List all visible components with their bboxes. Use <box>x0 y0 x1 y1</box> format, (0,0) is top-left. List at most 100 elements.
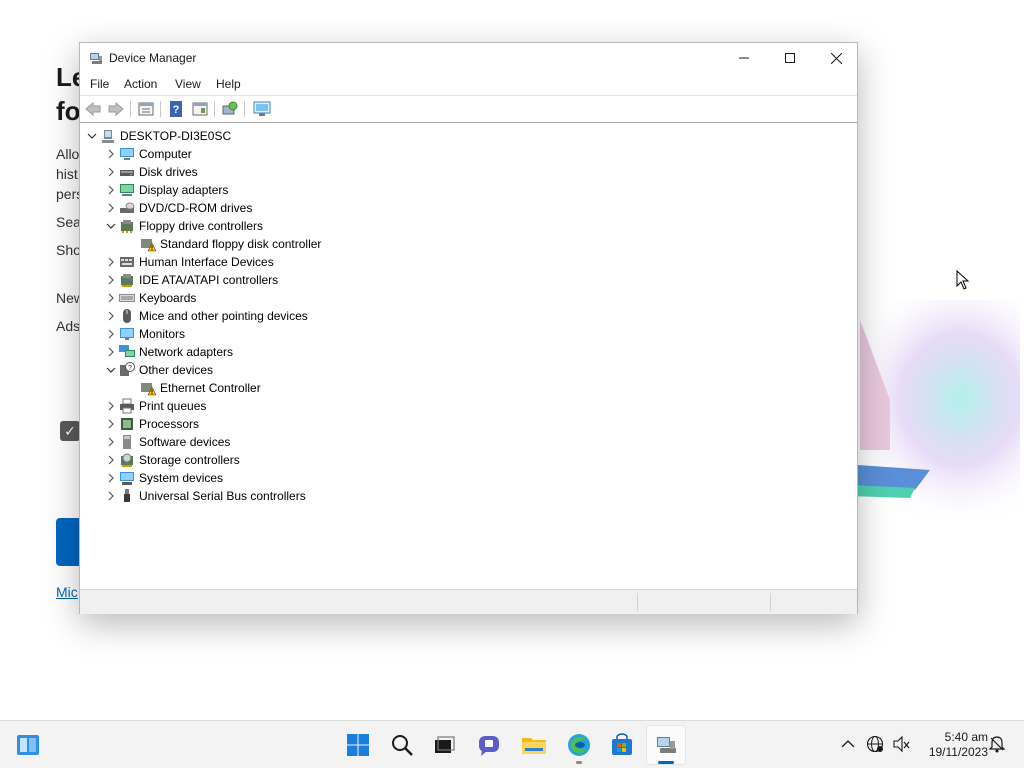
minimize-button[interactable] <box>721 43 767 73</box>
printer-icon <box>119 398 135 414</box>
chevron-right-icon[interactable] <box>103 415 119 433</box>
chevron-right-icon[interactable] <box>103 199 119 217</box>
device-tree[interactable]: DESKTOP-DI3E0SC Computer Disk drives Dis… <box>82 126 855 588</box>
forward-button[interactable] <box>106 100 126 118</box>
search-button[interactable] <box>382 725 422 765</box>
device-manager-taskbar-button[interactable] <box>646 725 686 765</box>
back-button[interactable] <box>83 100 103 118</box>
computer-icon <box>119 146 135 162</box>
chevron-right-icon[interactable] <box>103 181 119 199</box>
chevron-right-icon[interactable] <box>103 487 119 505</box>
properties-button[interactable] <box>136 100 156 118</box>
chevron-right-icon[interactable] <box>103 253 119 271</box>
chevron-right-icon[interactable] <box>103 325 119 343</box>
tree-item-computer[interactable]: Computer <box>103 145 192 163</box>
close-button[interactable] <box>813 43 859 73</box>
window-title: Device Manager <box>109 51 197 65</box>
tree-item-label: Mice and other pointing devices <box>139 309 308 323</box>
tree-item-network-adapters[interactable]: Network adapters <box>103 343 233 361</box>
tree-item-hid[interactable]: Human Interface Devices <box>103 253 274 271</box>
status-bar <box>80 589 857 614</box>
title-bar[interactable]: Device Manager <box>80 43 857 75</box>
tree-item-standard-floppy[interactable]: Standard floppy disk controller <box>140 235 321 253</box>
update-driver-button[interactable] <box>252 100 272 118</box>
chevron-right-icon[interactable] <box>103 397 119 415</box>
chevron-right-icon[interactable] <box>103 271 119 289</box>
toolbar-separator <box>160 101 161 117</box>
toolbar-separator <box>130 101 131 117</box>
scan-hardware-button[interactable] <box>220 100 240 118</box>
tree-item-label: Disk drives <box>139 165 198 179</box>
tree-item-label: Universal Serial Bus controllers <box>139 489 306 503</box>
tree-item-display-adapters[interactable]: Display adapters <box>103 181 228 199</box>
widgets-button[interactable] <box>8 725 48 765</box>
device-manager-icon <box>657 737 676 753</box>
edge-button[interactable] <box>559 725 599 765</box>
chevron-right-icon[interactable] <box>103 307 119 325</box>
chevron-right-icon[interactable] <box>103 163 119 181</box>
tree-item-label: IDE ATA/ATAPI controllers <box>139 273 279 287</box>
tree-item-dvd-drives[interactable]: DVD/CD-ROM drives <box>103 199 252 217</box>
background-text-line: hist <box>56 166 78 182</box>
chevron-down-icon[interactable] <box>84 127 100 145</box>
chevron-right-icon[interactable] <box>103 469 119 487</box>
chevron-down-icon[interactable] <box>103 361 119 379</box>
notifications-button[interactable] <box>986 733 1008 755</box>
chevron-right-icon[interactable] <box>103 451 119 469</box>
tree-item-other-devices[interactable]: ? Other devices <box>103 361 213 379</box>
globe-icon <box>866 735 884 753</box>
chevron-right-icon[interactable] <box>103 289 119 307</box>
background-text-line: Ads <box>56 318 81 334</box>
chevron-right-icon[interactable] <box>103 433 119 451</box>
store-button[interactable] <box>602 725 642 765</box>
tree-item-system-devices[interactable]: System devices <box>103 469 223 487</box>
mouse-icon <box>119 308 135 324</box>
warning-device-icon <box>140 236 156 252</box>
file-explorer-button[interactable] <box>514 725 554 765</box>
volume-tray-button[interactable] <box>890 733 912 755</box>
file-explorer-icon <box>522 738 546 754</box>
menu-file[interactable]: File <box>90 77 109 91</box>
unknown-device-icon: ? <box>119 362 135 378</box>
show-hidden-icons-button[interactable] <box>837 733 859 755</box>
help-button[interactable]: ? <box>166 100 186 118</box>
menu-help[interactable]: Help <box>216 77 241 91</box>
clock[interactable]: 5:40 am 19/11/2023 <box>918 730 988 760</box>
tree-item-ide-controllers[interactable]: IDE ATA/ATAPI controllers <box>103 271 278 289</box>
tree-item-processors[interactable]: Processors <box>103 415 199 433</box>
tree-item-usb-controllers[interactable]: Universal Serial Bus controllers <box>103 487 306 505</box>
tree-item-label: Standard floppy disk controller <box>160 237 322 251</box>
show-hidden-button[interactable] <box>190 100 210 118</box>
chat-button[interactable] <box>469 725 509 765</box>
tree-item-label: Floppy drive controllers <box>139 219 264 233</box>
background-link[interactable]: Mic <box>56 584 78 600</box>
tree-item-monitors[interactable]: Monitors <box>103 325 185 343</box>
network-tray-button[interactable] <box>864 733 886 755</box>
close-icon <box>830 52 842 64</box>
tree-item-label: Display adapters <box>139 183 229 197</box>
maximize-button[interactable] <box>767 43 813 73</box>
tree-item-storage-controllers[interactable]: Storage controllers <box>103 451 240 469</box>
active-indicator <box>658 761 674 764</box>
background-checkbox[interactable]: ✓ <box>60 421 80 441</box>
hid-icon <box>119 254 135 270</box>
chevron-right-icon[interactable] <box>103 145 119 163</box>
tree-item-floppy-controllers[interactable]: Floppy drive controllers <box>103 217 263 235</box>
task-view-button[interactable] <box>424 725 464 765</box>
menu-view[interactable]: View <box>175 77 201 91</box>
tree-item-keyboards[interactable]: Keyboards <box>103 289 196 307</box>
tree-root[interactable]: DESKTOP-DI3E0SC <box>84 127 231 145</box>
processor-icon <box>119 416 135 432</box>
chevron-down-icon[interactable] <box>103 217 119 235</box>
start-button[interactable] <box>338 725 378 765</box>
tree-item-disk-drives[interactable]: Disk drives <box>103 163 198 181</box>
tree-item-ethernet-controller[interactable]: Ethernet Controller <box>140 379 261 397</box>
monitor-icon <box>119 326 135 342</box>
chevron-right-icon[interactable] <box>103 343 119 361</box>
status-divider <box>637 593 638 611</box>
menu-action[interactable]: Action <box>124 77 157 91</box>
tree-item-print-queues[interactable]: Print queues <box>103 397 206 415</box>
tree-item-software-devices[interactable]: Software devices <box>103 433 230 451</box>
tree-item-mice[interactable]: Mice and other pointing devices <box>103 307 308 325</box>
disk-drive-icon <box>119 164 135 180</box>
